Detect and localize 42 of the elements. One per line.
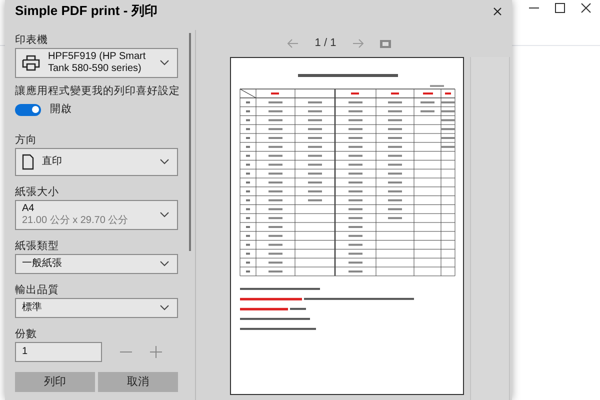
dropdown-value: A4	[22, 202, 36, 215]
window-title: Simple PDF print - 列印	[15, 2, 158, 20]
page-icon	[22, 154, 34, 170]
copies-field[interactable]: 1	[15, 342, 102, 362]
close-icon[interactable]	[580, 2, 592, 14]
close-icon[interactable]	[493, 6, 502, 16]
dialog-button[interactable]: 列印	[15, 372, 95, 392]
dropdown-value: 標準	[22, 302, 43, 314]
setting-label: 印表機	[15, 33, 49, 48]
plus-icon[interactable]	[150, 346, 162, 358]
copies-value: 1	[22, 346, 29, 358]
dropdown-detail: 21.00 公分 x 29.70 公分	[22, 214, 130, 227]
page-indicator: 1 / 1	[314, 36, 336, 52]
toggle-state: 開啟	[50, 102, 72, 117]
arrow-right-icon[interactable]	[352, 39, 364, 48]
setting-label: 紙張類型	[15, 238, 60, 254]
dropdown-value: 一般紙張	[22, 258, 63, 270]
maximize-icon[interactable]	[554, 2, 566, 14]
setting-label: 份數	[15, 326, 38, 342]
chevron-down-icon	[160, 212, 169, 218]
dropdown[interactable]: HPF5F919 (HP Smart Tank 580-590 series)	[15, 48, 178, 78]
arrow-left-icon[interactable]	[286, 39, 299, 48]
scrollbar[interactable]	[189, 33, 191, 251]
chevron-down-icon	[160, 260, 169, 267]
chevron-down-icon	[160, 158, 169, 165]
toggle-switch[interactable]	[15, 104, 41, 116]
fit-page-icon[interactable]	[380, 40, 392, 48]
dropdown[interactable]: 直印	[15, 148, 178, 176]
dropdown-value: 直印	[42, 156, 63, 168]
dialog-button[interactable]: 取消	[98, 372, 178, 392]
dropdown[interactable]: 一般紙張	[15, 254, 178, 274]
minus-icon[interactable]	[120, 350, 132, 353]
chevron-down-icon	[160, 60, 169, 66]
setting-label: 輸出品質	[15, 282, 60, 298]
printer-icon	[22, 55, 40, 71]
dropdown-value: HPF5F919 (HP Smart Tank 580-590 series)	[48, 51, 147, 75]
dropdown[interactable]: 標準	[15, 298, 178, 318]
setting-label: 讓應用程式變更我的列印喜好設定	[15, 84, 181, 99]
chevron-down-icon	[160, 304, 169, 311]
setting-label: 方向	[15, 132, 38, 148]
dropdown[interactable]: A4 21.00 公分 x 29.70 公分	[15, 200, 178, 230]
setting-label: 紙張大小	[15, 184, 60, 200]
